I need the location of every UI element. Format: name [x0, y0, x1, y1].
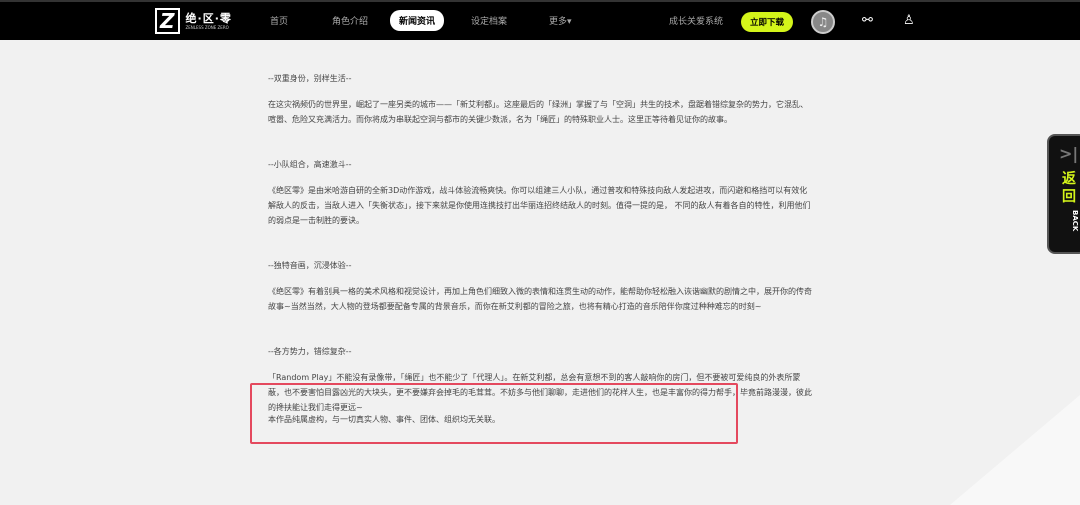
- section-paragraph: 《绝区零》有着别具一格的美术风格和视觉设计，再加上角色们细致入微的表情和连贯生动…: [268, 287, 812, 311]
- logo-title: 绝·区·零: [185, 11, 232, 25]
- nav-more[interactable]: 更多▾: [549, 14, 572, 27]
- section-heading: --独特音画，沉浸体验--: [268, 261, 352, 270]
- back-arrow-icon: >|: [1059, 144, 1079, 163]
- section-heading: --各方势力，错综复杂--: [268, 347, 352, 356]
- share-icon[interactable]: ⚯: [862, 13, 873, 28]
- user-icon[interactable]: ♙: [903, 13, 915, 28]
- logo-mark-icon: Z: [155, 8, 180, 34]
- nav-news[interactable]: 新闻资讯: [390, 10, 445, 31]
- growth-care-link[interactable]: 成长关爱系统: [669, 14, 723, 27]
- music-icon[interactable]: ♫: [811, 10, 835, 34]
- background-decoration: [950, 395, 1080, 505]
- nav-archive[interactable]: 设定档案: [471, 14, 507, 27]
- nav-home[interactable]: 首页: [270, 14, 288, 27]
- disclaimer: 本作品纯属虚构，与一切真实人物、事件、团体、组织均无关联。: [268, 415, 500, 424]
- top-nav: Z 绝·区·零 ZENLESS ZONE ZERO 首页 角色介绍 新闻资讯 设定档…: [0, 0, 1080, 40]
- section-paragraph: 《绝区零》是由米哈游自研的全新3D动作游戏，战斗体验流畅爽快。你可以组建三人小队…: [268, 186, 811, 225]
- back-button[interactable]: >| 返回 BACK: [1047, 134, 1080, 254]
- back-label-cn: 返回: [1062, 171, 1076, 205]
- back-label-en: BACK: [1071, 210, 1079, 232]
- logo[interactable]: Z 绝·区·零 ZENLESS ZONE ZERO: [155, 8, 232, 34]
- download-button[interactable]: 立即下载: [741, 12, 794, 32]
- section-heading: --小队组合，高速激斗--: [268, 160, 352, 169]
- nav-characters[interactable]: 角色介绍: [332, 14, 368, 27]
- logo-subtitle: ZENLESS ZONE ZERO: [185, 24, 229, 30]
- section-heading: --双重身份，别样生活--: [268, 74, 352, 83]
- section-paragraph: 在这灾祸频仍的世界里，崛起了一座另类的城市——「新艾利都」。这座最后的「绿洲」掌…: [268, 100, 808, 124]
